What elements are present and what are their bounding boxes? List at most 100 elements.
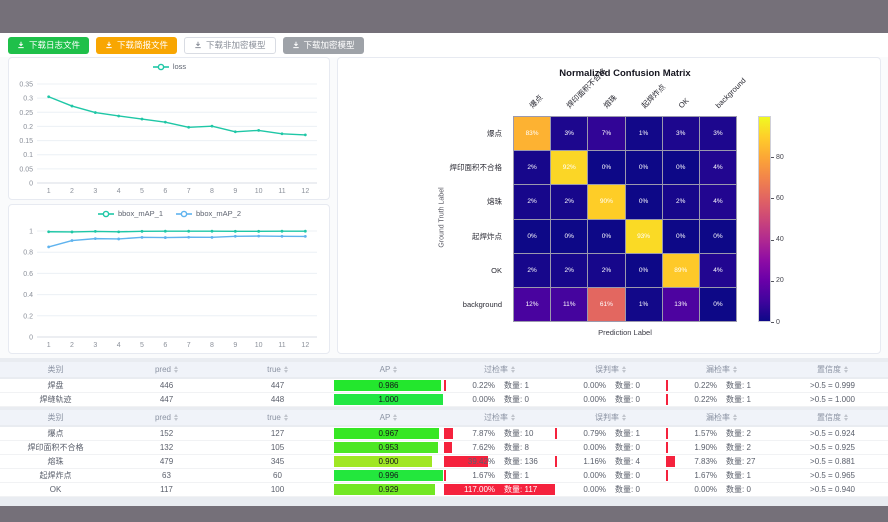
loss-line-chart[interactable]: 00.050.10.150.20.250.30.3512345678910111… <box>9 58 329 199</box>
svg-text:3: 3 <box>93 342 97 349</box>
column-header-置信度[interactable]: 置信度 <box>777 412 888 423</box>
matrix-cell: 12% <box>514 288 550 321</box>
matrix-cell: 13% <box>663 288 699 321</box>
pred-cell: 117 <box>111 483 222 496</box>
matrix-row-label: OK <box>338 253 508 287</box>
svg-text:0.15: 0.15 <box>19 138 33 145</box>
sort-icon[interactable] <box>511 414 515 421</box>
svg-text:6: 6 <box>163 342 167 349</box>
svg-text:12: 12 <box>301 188 309 195</box>
column-header-AP[interactable]: AP <box>333 365 444 374</box>
matrix-cell: 0% <box>551 220 587 253</box>
column-header-true[interactable]: true <box>222 413 333 422</box>
cls-cell: OK <box>0 483 111 496</box>
svg-text:11: 11 <box>278 188 285 195</box>
svg-text:9: 9 <box>233 188 237 195</box>
svg-text:7: 7 <box>187 188 191 195</box>
table-row: 起焊炸点63600.9961.67%数量: 10.00%数量: 01.67%数量… <box>0 469 888 483</box>
column-header-true[interactable]: true <box>222 365 333 374</box>
matrix-cell: 90% <box>588 185 624 218</box>
sort-icon[interactable] <box>174 366 178 373</box>
download-log-file-button[interactable]: 下载日志文件 <box>8 37 89 54</box>
svg-text:12: 12 <box>301 342 309 349</box>
svg-text:1: 1 <box>29 229 33 236</box>
column-header-label: true <box>267 365 281 374</box>
sort-icon[interactable] <box>733 414 737 421</box>
confidence-cell: >0.5 = 0.940 <box>777 483 888 496</box>
rate-count: 数量: 1 <box>717 470 775 481</box>
true-cell: 448 <box>222 393 333 406</box>
confusion-matrix-grid[interactable]: 83%3%7%1%3%3%2%92%0%0%0%4%2%2%90%0%2%4%0… <box>513 116 737 322</box>
matrix-cell: 2% <box>514 185 550 218</box>
colorbar-tick-mark <box>771 198 774 199</box>
column-header-pred[interactable]: pred <box>111 365 222 374</box>
confusion-matrix-title: Normalized Confusion Matrix <box>513 68 737 79</box>
column-header-pred[interactable]: pred <box>111 413 222 422</box>
pred-cell: 479 <box>111 455 222 468</box>
rate-percent: 1.16% <box>557 457 606 466</box>
ap-value: 0.929 <box>334 484 443 495</box>
download-report-file-button[interactable]: 下载简报文件 <box>96 37 177 54</box>
sort-icon[interactable] <box>511 366 515 373</box>
column-header-label: 类别 <box>48 364 64 375</box>
column-header-label: 过检率 <box>484 364 508 375</box>
sort-icon[interactable] <box>622 414 626 421</box>
cls-cell: 焊缝轨迹 <box>0 393 111 406</box>
matrix-cell: 83% <box>514 117 550 150</box>
svg-text:0.3: 0.3 <box>23 96 33 103</box>
colorbar-tick-label: 0 <box>776 319 780 326</box>
column-header-过检率[interactable]: 过检率 <box>444 412 555 423</box>
rate-count: 数量: 2 <box>717 442 775 453</box>
ap-cell: 0.986 <box>333 379 444 392</box>
download-unencrypted-model-button[interactable]: 下载非加密模型 <box>184 37 276 54</box>
svg-text:10: 10 <box>255 342 263 349</box>
colorbar-tick-label: 60 <box>776 195 784 202</box>
download-icon <box>194 41 202 49</box>
rate-percent: 7.62% <box>446 443 495 452</box>
svg-text:11: 11 <box>278 342 285 349</box>
sort-icon[interactable] <box>284 366 288 373</box>
matrix-column-label: 起焊炸点 <box>640 83 667 110</box>
matrix-cell: 3% <box>700 117 736 150</box>
misjudge-rate-cell: 0.00%数量: 0 <box>555 469 666 482</box>
pred-cell: 446 <box>111 379 222 392</box>
model1-metrics-table: 类别predtrueAP过检率误判率漏检率置信度焊盘4464470.9860.2… <box>0 362 888 407</box>
sort-icon[interactable] <box>174 414 178 421</box>
download-encrypted-model-button[interactable]: 下载加密模型 <box>283 37 364 54</box>
model2-metrics-table: 类别predtrueAP过检率误判率漏检率置信度爆点1521270.9677.8… <box>0 410 888 497</box>
bbox-map-line-chart[interactable]: 00.20.40.60.81123456789101112 <box>9 205 329 353</box>
matrix-row-label: 起焊炸点 <box>338 219 508 253</box>
confidence-cell: >0.5 = 0.925 <box>777 441 888 454</box>
sort-icon[interactable] <box>393 414 397 421</box>
rate-percent: 0.00% <box>557 471 606 480</box>
column-header-漏检率[interactable]: 漏检率 <box>666 412 777 423</box>
svg-text:0.25: 0.25 <box>19 110 33 117</box>
column-header-AP[interactable]: AP <box>333 413 444 422</box>
ap-value: 0.986 <box>334 380 443 391</box>
ap-cell: 0.900 <box>333 455 444 468</box>
column-header-误判率[interactable]: 误判率 <box>555 364 666 375</box>
sort-icon[interactable] <box>733 366 737 373</box>
column-header-置信度[interactable]: 置信度 <box>777 364 888 375</box>
column-header-误判率[interactable]: 误判率 <box>555 412 666 423</box>
over-detect-rate-cell: 1.67%数量: 1 <box>444 469 555 482</box>
true-cell: 127 <box>222 427 333 440</box>
sort-icon[interactable] <box>622 366 626 373</box>
sort-icon[interactable] <box>393 366 397 373</box>
rate-count: 数量: 1 <box>495 380 553 391</box>
column-header-漏检率[interactable]: 漏检率 <box>666 364 777 375</box>
svg-text:0.05: 0.05 <box>19 166 33 173</box>
sort-icon[interactable] <box>284 414 288 421</box>
column-header-过检率[interactable]: 过检率 <box>444 364 555 375</box>
column-header-label: 过检率 <box>484 412 508 423</box>
sort-icon[interactable] <box>844 414 848 421</box>
sort-icon[interactable] <box>844 366 848 373</box>
svg-text:2: 2 <box>70 342 74 349</box>
button-label: 下载加密模型 <box>304 41 355 50</box>
matrix-row-label: 焊印面积不合格 <box>338 150 508 184</box>
true-cell: 60 <box>222 469 333 482</box>
matrix-cell: 7% <box>588 117 624 150</box>
matrix-cell: 2% <box>551 185 587 218</box>
misjudge-rate-cell: 0.00%数量: 0 <box>555 441 666 454</box>
confusion-matrix-colorbar <box>758 116 771 322</box>
